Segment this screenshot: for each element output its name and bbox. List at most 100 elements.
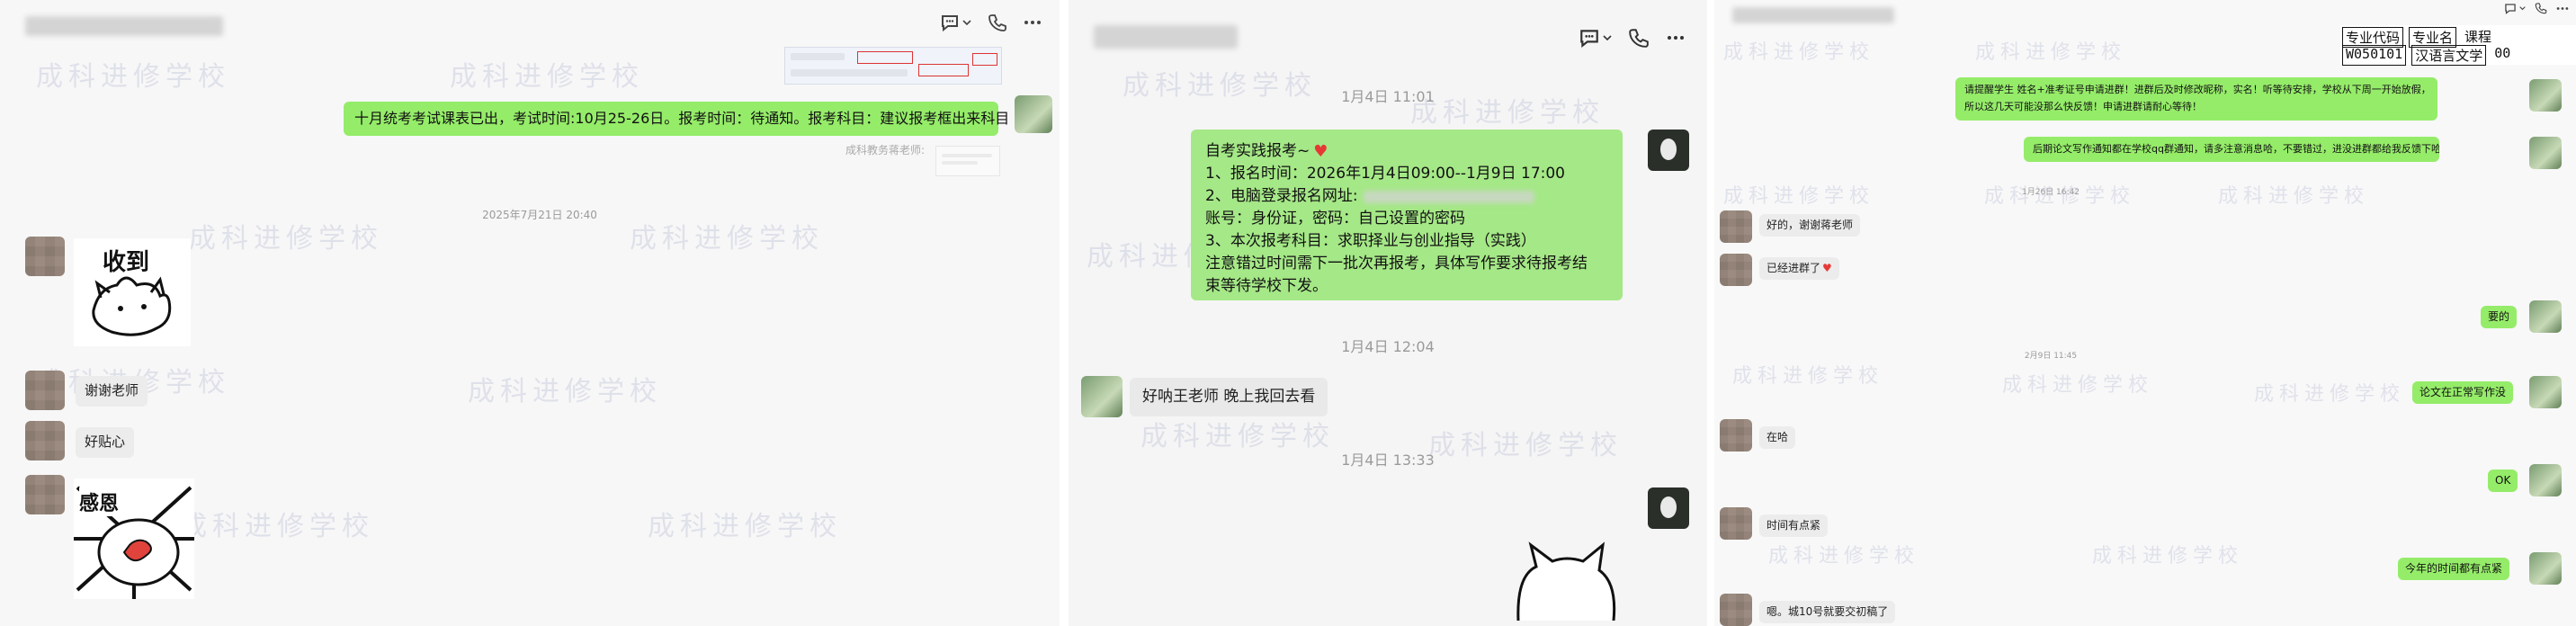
notice-line: 2、电脑登录报名网址: xyxy=(1205,187,1358,205)
message-bubble: 今年的时间都有点紧 xyxy=(2398,558,2510,581)
call-button[interactable] xyxy=(1628,27,1650,49)
message-bubble: 嗯。城10号就要交初稿了 xyxy=(1759,601,1896,624)
message-bubble: 已经进群了 ♥ xyxy=(1759,257,1839,281)
chat-title-blurred xyxy=(1732,7,1894,23)
avatar[interactable] xyxy=(25,371,65,410)
watermark: 成科进修学校 xyxy=(2218,185,2370,208)
notice-line: 所以这几天可能没那么快反馈！申请进群请耐心等待！ xyxy=(1964,101,2202,112)
chat-bubble-icon xyxy=(1580,30,1598,48)
avatar[interactable] xyxy=(25,421,65,461)
message-bubble: 要的 xyxy=(2481,306,2518,329)
watermark: 成科进修学校 xyxy=(630,223,824,255)
notice-bubble: 自考实践报考~ ♥ 1、报名时间：2026年1月4日09:00--1月9日 17:… xyxy=(1191,130,1623,300)
phone-icon xyxy=(2535,3,2547,14)
chat-bubble-icon xyxy=(2505,3,2516,14)
avatar[interactable] xyxy=(2529,137,2562,169)
cat-drawing-icon xyxy=(92,276,172,336)
watermark: 成科进修学校 xyxy=(1723,41,1875,64)
sticker-received[interactable]: 收到 xyxy=(74,238,191,346)
message-bubble: 论文在正常写作没 xyxy=(2412,381,2514,405)
more-button[interactable] xyxy=(1024,20,1042,25)
chat-title-blurred xyxy=(25,16,223,36)
cat-sticker-icon[interactable] xyxy=(1500,540,1626,621)
watermark: 成科进修学校 xyxy=(1768,545,1920,568)
avatar[interactable] xyxy=(1081,376,1123,417)
chevron-down-icon xyxy=(1603,35,1612,41)
phone-icon xyxy=(988,14,1006,31)
avatar[interactable] xyxy=(1015,95,1052,133)
watermark: 成科进修学校 xyxy=(2092,545,2244,568)
avatar[interactable] xyxy=(2529,376,2562,408)
timestamp: 1月4日 13:33 xyxy=(1341,452,1435,469)
more-button[interactable] xyxy=(2556,6,2569,11)
chat-panel-1: 成科进修学校 成科进修学校 成科进修学校 成科进修学校 成科进修学校 成科进修学… xyxy=(0,0,1060,626)
watermark: 成科进修学校 xyxy=(2254,383,2406,406)
avatar[interactable] xyxy=(1648,130,1689,171)
notice-line: 账号：身份证，密码：自己设置的密码 xyxy=(1205,210,1465,228)
avatar[interactable] xyxy=(1720,210,1752,243)
more-button[interactable] xyxy=(1666,35,1686,40)
message-bubble: 好呐王老师 晚上我回去看 xyxy=(1130,378,1328,416)
sticker-grateful[interactable]: 感恩 xyxy=(74,478,194,599)
watermark: 成科进修学校 xyxy=(1975,41,2127,64)
chat-toolbar xyxy=(940,13,1042,32)
chat-toolbar xyxy=(2504,2,2569,14)
watermark: 成科进修学校 xyxy=(2002,374,2154,397)
avatar[interactable] xyxy=(2529,552,2562,585)
message-text: 已经进群了 xyxy=(1767,262,1821,274)
timestamp: 1月26日 16:42 xyxy=(2022,188,2080,197)
table-cell: 00 xyxy=(2494,45,2511,61)
quoted-table-image[interactable] xyxy=(784,47,1002,85)
message-bubble: 好贴心 xyxy=(76,427,135,458)
more-dots-icon xyxy=(1024,21,1041,24)
table-cell: W050101 xyxy=(2342,45,2407,66)
phone-icon xyxy=(1629,29,1649,48)
chevron-down-icon xyxy=(962,20,971,26)
message-bubble: 好的，谢谢蒋老师 xyxy=(1759,214,1861,237)
avatar[interactable] xyxy=(1720,254,1752,286)
avatar[interactable] xyxy=(2529,79,2562,112)
notice-line: 3、本次报考科目：求职择业与创业指导（实践） xyxy=(1205,232,1536,250)
chat-panel-3: 成科进修学校 成科进修学校 成科进修学校 成科进修学校 成科进修学校 成科进修学… xyxy=(1714,0,2576,626)
chat-bubble-menu-button[interactable] xyxy=(940,13,971,31)
chat-title-blurred xyxy=(1094,25,1238,49)
quoted-image-thumbnail[interactable] xyxy=(935,146,1000,176)
table-cell: 汉语言文学 xyxy=(2411,45,2487,66)
notice-line: 请提醒学生 姓名+准考证号申请进群！进群后及时修改昵称，实名！听等待安排，学校从… xyxy=(1964,84,2428,95)
chat-bubble-menu-button[interactable] xyxy=(1579,28,1612,48)
message-bubble: 在哈 xyxy=(1759,426,1796,450)
watermark: 成科进修学校 xyxy=(1732,365,1884,388)
watermark: 成科进修学校 xyxy=(1123,70,1317,102)
watermark: 成科进修学校 xyxy=(648,511,842,542)
avatar[interactable] xyxy=(25,475,65,514)
heart-icon: ♥ xyxy=(1313,142,1328,161)
avatar[interactable] xyxy=(1648,487,1689,529)
avatar[interactable] xyxy=(25,237,65,276)
more-dots-icon xyxy=(1668,36,1684,40)
notice-bubble: 后期论文写作通知都在学校qq群通知，请多注意消息哈，不要错过，进没进群都给我反馈… xyxy=(2024,137,2439,162)
avatar[interactable] xyxy=(2529,300,2562,333)
chat-panel-2: 成科进修学校 成科进修学校 成科进修学校 成科进修学校 成科进修学校 成科进修学… xyxy=(1069,0,1707,626)
heart-icon: ♥ xyxy=(1822,262,1832,274)
system-message-bubble: 十月统考考试课表已出，考试时间:10月25-26日。报考时间：待通知。报考科目：… xyxy=(344,102,1009,136)
watermark: 成科进修学校 xyxy=(36,61,230,93)
avatar[interactable] xyxy=(2529,464,2562,496)
call-button[interactable] xyxy=(988,13,1007,32)
avatar[interactable] xyxy=(1720,507,1752,540)
notice-line: 注意错过时间需下一批次再报考，具体写作要求待报考结 xyxy=(1205,255,1588,273)
message-bubble: OK xyxy=(2488,470,2518,493)
timestamp: 2月9日 11:45 xyxy=(2024,352,2078,361)
redacted-url xyxy=(1363,190,1534,203)
timestamp: 1月4日 12:04 xyxy=(1341,338,1435,355)
watermark: 成科进修学校 xyxy=(180,511,374,542)
avatar[interactable] xyxy=(1720,594,1752,626)
chat-bubble-menu-button[interactable] xyxy=(2504,3,2526,14)
quoted-sender: 成科教务蒋老师: xyxy=(845,144,926,156)
notice-bubble: 请提醒学生 姓名+准考证号申请进群！进群后及时修改昵称，实名！听等待安排，学校从… xyxy=(1955,77,2437,121)
watermark: 成科进修学校 xyxy=(189,223,383,255)
course-table-image[interactable]: 专业代码 专业名 课程 W050101 汉语言文学 00 xyxy=(2340,25,2576,66)
timestamp: 2025年7月21日 20:40 xyxy=(482,209,597,221)
avatar[interactable] xyxy=(1720,419,1752,452)
chat-toolbar xyxy=(1579,27,1686,49)
call-button[interactable] xyxy=(2535,2,2547,14)
